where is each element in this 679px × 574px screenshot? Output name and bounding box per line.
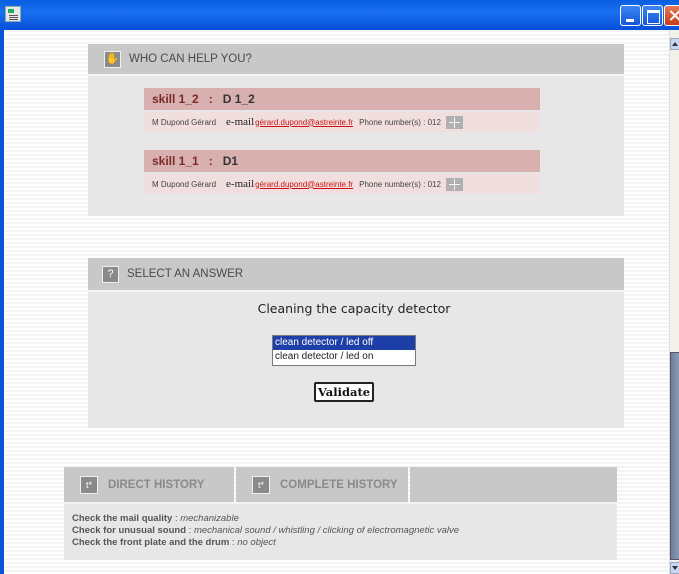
email-link[interactable]: gérard.dupond@astreinte.fr bbox=[255, 180, 353, 189]
skill-contact-row: M Dupond Gérard e-mail gérard.dupond@ast… bbox=[144, 112, 540, 132]
history-line-label: Check for unusual sound bbox=[72, 525, 187, 536]
history-line: Check the front plate and the drum : no … bbox=[72, 537, 617, 549]
email-link[interactable]: gérard.dupond@astreinte.fr bbox=[255, 118, 353, 127]
maximize-icon[interactable] bbox=[642, 5, 663, 26]
history-tab-filler bbox=[410, 467, 617, 502]
history-line-label: Check the front plate and the drum bbox=[72, 537, 230, 548]
skill-header: skill 1_1 : D1 bbox=[144, 150, 540, 172]
hand-icon: ✋ bbox=[104, 50, 121, 68]
history-content: Check the mail quality : mechanizable Ch… bbox=[64, 504, 617, 560]
answer-section-header: ? SELECT AN ANSWER bbox=[88, 258, 624, 290]
email-label: e-mail bbox=[226, 116, 255, 128]
history-line-separator: : bbox=[186, 525, 194, 536]
app-icon bbox=[5, 6, 21, 22]
close-icon[interactable] bbox=[664, 5, 679, 26]
skill-name: skill 1_2 bbox=[152, 92, 199, 106]
validate-button[interactable]: Validate bbox=[314, 382, 374, 402]
contact-name: M Dupond Gérard bbox=[152, 117, 217, 127]
email-label: e-mail bbox=[226, 178, 255, 190]
scroll-up-icon[interactable] bbox=[670, 38, 679, 50]
history-line-label: Check the mail quality bbox=[72, 513, 173, 524]
contact-name: M Dupond Gérard bbox=[152, 179, 217, 189]
expand-plus-icon[interactable] bbox=[445, 177, 463, 191]
answer-option[interactable]: clean detector / led on bbox=[273, 350, 415, 364]
tab-label: DIRECT HISTORY bbox=[108, 478, 205, 491]
window-titlebar bbox=[0, 0, 679, 30]
scrollbar-thumb[interactable] bbox=[670, 352, 679, 560]
skill-header: skill 1_2 : D 1_2 bbox=[144, 88, 540, 110]
vertical-scrollbar[interactable] bbox=[669, 30, 679, 574]
history-line-value: mechanical sound / whistling / clicking … bbox=[193, 525, 460, 536]
history-line: Check the mail quality : mechanizable bbox=[72, 513, 617, 525]
tab-direct-history[interactable]: t* DIRECT HISTORY bbox=[64, 467, 234, 502]
answer-option[interactable]: clean detector / led off bbox=[273, 336, 415, 350]
help-section-header: ✋ WHO CAN HELP YOU? bbox=[88, 44, 624, 74]
history-icon: t* bbox=[80, 475, 98, 494]
skill-code: D 1_2 bbox=[222, 92, 255, 106]
history-line-value: mechanizable bbox=[180, 513, 239, 524]
question-icon: ? bbox=[102, 265, 119, 283]
help-section-title: WHO CAN HELP YOU? bbox=[129, 53, 252, 65]
skill-name: skill 1_1 bbox=[152, 154, 199, 168]
tab-complete-history[interactable]: t* COMPLETE HISTORY bbox=[236, 467, 408, 502]
history-line: Check for unusual sound : mechanical sou… bbox=[72, 525, 617, 537]
skill-code: D1 bbox=[222, 154, 239, 168]
page-content: ✋ WHO CAN HELP YOU? skill 1_2 : D 1_2 M … bbox=[4, 30, 669, 574]
skill-separator: : bbox=[208, 92, 213, 106]
answer-listbox[interactable]: clean detector / led off clean detector … bbox=[272, 335, 416, 366]
history-line-value: no object bbox=[237, 537, 276, 548]
scroll-down-icon[interactable] bbox=[670, 562, 679, 574]
answer-section-title: SELECT AN ANSWER bbox=[127, 268, 244, 280]
history-icon: t* bbox=[252, 475, 270, 494]
skill-separator: : bbox=[208, 154, 213, 168]
phone-number: Phone number(s) : 012 bbox=[359, 117, 441, 127]
expand-plus-icon[interactable] bbox=[445, 115, 463, 129]
question-text: Cleaning the capacity detector bbox=[257, 301, 451, 316]
tab-label: COMPLETE HISTORY bbox=[280, 478, 398, 491]
phone-number: Phone number(s) : 012 bbox=[359, 179, 441, 189]
skill-contact-row: M Dupond Gérard e-mail gérard.dupond@ast… bbox=[144, 174, 540, 194]
minimize-icon[interactable] bbox=[620, 5, 641, 26]
